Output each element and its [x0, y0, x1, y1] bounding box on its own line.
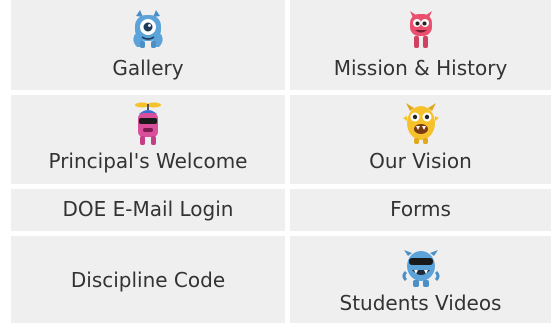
- tile-label: DOE E-Mail Login: [62, 197, 234, 221]
- nav-tile-forms[interactable]: Forms: [290, 189, 551, 231]
- nav-tile-students-videos[interactable]: Students Videos: [290, 236, 551, 323]
- propeller-hat-monster-icon: [135, 102, 161, 145]
- tile-label: Principal's Welcome: [48, 149, 248, 173]
- yellow-furry-monster-icon: [402, 103, 439, 144]
- blue-sunglasses-monster-icon: [402, 250, 439, 287]
- tile-label: Discipline Code: [70, 268, 226, 292]
- nav-tile-discipline-code[interactable]: Discipline Code: [11, 236, 285, 323]
- tile-label: Mission & History: [333, 56, 508, 80]
- nav-tile-gallery[interactable]: Gallery: [11, 0, 285, 90]
- pink-monster-icon: [409, 11, 432, 48]
- blue-cyclops-monster-icon: [133, 10, 163, 48]
- nav-tile-doe-email-login[interactable]: DOE E-Mail Login: [11, 189, 285, 231]
- nav-tile-mission-history[interactable]: Mission & History: [290, 0, 551, 90]
- tile-label: Students Videos: [339, 291, 502, 315]
- tile-label: Our Vision: [369, 149, 472, 173]
- nav-tile-principals-welcome[interactable]: Principal's Welcome: [11, 95, 285, 184]
- nav-tile-our-vision[interactable]: Our Vision: [290, 95, 551, 184]
- tile-label: Forms: [390, 197, 451, 221]
- tile-label: Gallery: [112, 56, 184, 80]
